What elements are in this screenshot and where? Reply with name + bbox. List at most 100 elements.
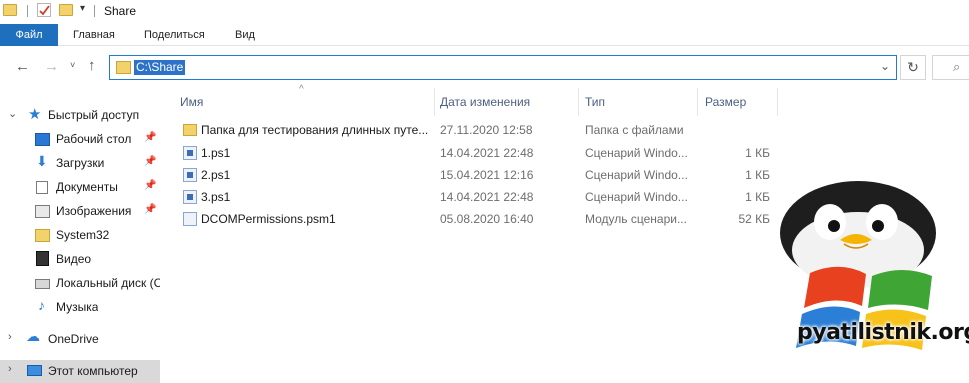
navigation-pane: ⌄ ★ Быстрый доступ Рабочий стол 📌 ⬇ Загр… [0, 100, 160, 383]
pin-icon[interactable]: 📌 [144, 204, 156, 215]
watermark-text: pyatilistnik.org [797, 320, 969, 345]
file-date: 14.04.2021 22:48 [440, 146, 534, 160]
up-arrow-icon[interactable]: ↑ [88, 57, 96, 74]
chevron-down-icon[interactable]: ⌄ [8, 107, 17, 120]
chevron-down-icon[interactable]: ⌄ [880, 59, 890, 73]
file-row[interactable]: 2.ps1 15.04.2021 12:16 Сценарий Windo...… [180, 164, 780, 186]
sidebar-item-label: OneDrive [48, 332, 99, 346]
desktop-icon [35, 133, 50, 146]
tab-share[interactable]: Поделиться [138, 24, 211, 46]
file-name: 2.ps1 [201, 168, 231, 182]
title-bar: ▾ Share [0, 0, 969, 24]
file-type: Модуль сценари... [585, 212, 687, 226]
sidebar-item-system32[interactable]: System32 [0, 224, 160, 248]
address-path[interactable]: C:\Share [134, 60, 186, 75]
properties-icon[interactable] [37, 3, 51, 17]
toolbar-separator [94, 5, 95, 17]
folder-icon [116, 61, 131, 74]
music-icon: ♪ [38, 297, 45, 313]
powershell-script-icon [183, 190, 197, 204]
file-size: 52 КБ [738, 212, 770, 226]
column-header-type[interactable]: Тип [585, 88, 697, 116]
folder-icon [35, 229, 50, 242]
file-name: Папка для тестирования длинных путе... [201, 123, 429, 137]
sidebar-item-pictures[interactable]: Изображения 📌 [0, 200, 160, 224]
sidebar-item-label: Быстрый доступ [48, 108, 140, 122]
file-date: 27.11.2020 12:58 [440, 123, 533, 137]
file-row[interactable]: 1.ps1 14.04.2021 22:48 Сценарий Windo...… [180, 142, 780, 164]
sidebar-item-music[interactable]: ♪ Музыка [0, 296, 160, 320]
file-size: 1 КБ [745, 190, 770, 204]
file-name: DCOMPermissions.psm1 [201, 212, 336, 226]
column-divider[interactable] [578, 88, 579, 116]
sidebar-item-label: Музыка [56, 300, 99, 314]
file-size: 1 КБ [745, 168, 770, 182]
new-folder-icon[interactable] [59, 4, 73, 16]
pin-icon[interactable]: 📌 [144, 132, 156, 143]
star-icon: ★ [28, 106, 42, 123]
sidebar-item-video[interactable]: Видео [0, 248, 160, 272]
column-header-label: Дата изменения [440, 95, 531, 109]
sidebar-item-quick-access[interactable]: ⌄ ★ Быстрый доступ [0, 104, 160, 128]
file-row[interactable]: 3.ps1 14.04.2021 22:48 Сценарий Windo...… [180, 186, 780, 208]
chevron-right-icon[interactable]: › [8, 331, 12, 343]
sidebar-item-local-disk[interactable]: Локальный диск (С [0, 272, 160, 296]
chevron-right-icon[interactable]: › [8, 363, 12, 375]
column-divider[interactable] [434, 88, 435, 116]
powershell-script-icon [183, 168, 197, 182]
search-input[interactable]: ⌕ [932, 55, 969, 80]
column-header-label: Имя [180, 95, 204, 109]
address-bar[interactable]: C:\Share ⌄ [109, 55, 897, 80]
sidebar-item-label: Локальный диск (С [56, 276, 160, 290]
tab-file[interactable]: Файл [0, 24, 58, 46]
powershell-script-icon [183, 146, 197, 160]
column-header-name[interactable]: Имя [180, 88, 435, 116]
refresh-icon: ↻ [907, 59, 919, 75]
sidebar-item-label: Рабочий стол [56, 132, 132, 146]
file-type: Сценарий Windo... [585, 146, 688, 160]
file-date: 14.04.2021 22:48 [440, 190, 534, 204]
column-divider[interactable] [697, 88, 698, 116]
sidebar-item-downloads[interactable]: ⬇ Загрузки 📌 [0, 152, 160, 176]
disk-icon [35, 279, 50, 289]
pictures-icon [35, 205, 50, 218]
column-header-label: Тип [585, 95, 606, 109]
sidebar-item-this-pc[interactable]: › Этот компьютер [0, 360, 160, 383]
column-header-date[interactable]: Дата изменения [440, 88, 578, 116]
forward-arrow-icon[interactable]: → [44, 58, 59, 75]
column-divider[interactable] [777, 88, 778, 116]
pin-icon[interactable]: 📌 [144, 180, 156, 191]
documents-icon [36, 181, 48, 194]
tab-home[interactable]: Главная [67, 24, 121, 46]
file-date: 05.08.2020 16:40 [440, 212, 534, 226]
file-name: 3.ps1 [201, 190, 231, 204]
powershell-module-icon [183, 212, 197, 226]
folder-icon [183, 124, 197, 136]
back-arrow-icon[interactable]: ← [15, 58, 30, 75]
pin-icon[interactable]: 📌 [144, 156, 156, 167]
tab-view[interactable]: Вид [229, 24, 261, 46]
file-row[interactable]: Папка для тестирования длинных путе... 2… [180, 119, 780, 141]
sidebar-item-documents[interactable]: Документы 📌 [0, 176, 160, 200]
file-type: Сценарий Windo... [585, 190, 688, 204]
window-title: Share [104, 4, 137, 18]
computer-icon [27, 365, 42, 376]
sidebar-item-label: Видео [56, 252, 92, 266]
file-type: Сценарий Windo... [585, 168, 688, 182]
chevron-down-icon[interactable]: ˅ [70, 60, 75, 70]
column-header-size[interactable]: Размер [705, 88, 777, 116]
search-icon: ⌕ [953, 59, 961, 74]
customize-toolbar-icon[interactable]: ▾ [80, 3, 85, 14]
sidebar-item-label: Этот компьютер [48, 364, 138, 378]
folder-icon[interactable] [3, 4, 17, 16]
sidebar-item-label: Изображения [56, 204, 132, 218]
sidebar-item-desktop[interactable]: Рабочий стол 📌 [0, 128, 160, 152]
file-type: Папка с файлами [585, 123, 684, 137]
download-icon: ⬇ [36, 153, 48, 169]
ribbon-tabs: Файл Главная Поделиться Вид [0, 24, 969, 46]
refresh-button[interactable]: ↻ [900, 55, 926, 80]
file-row[interactable]: DCOMPermissions.psm1 05.08.2020 16:40 Мо… [180, 208, 780, 230]
sidebar-item-onedrive[interactable]: › ☁ OneDrive [0, 328, 160, 352]
toolbar-separator [27, 5, 28, 17]
sidebar-item-label: Документы [56, 180, 118, 194]
